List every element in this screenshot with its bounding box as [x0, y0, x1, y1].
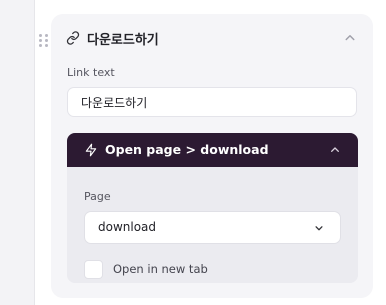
- lightning-bolt-icon: [85, 143, 97, 157]
- link-block-card: 다운로드하기 Link text Open page > download Pa…: [51, 14, 373, 298]
- left-gutter: [0, 0, 35, 305]
- chevron-up-icon[interactable]: [341, 29, 359, 47]
- link-icon: [66, 31, 80, 45]
- page-label: Page: [84, 190, 111, 203]
- drag-handle-icon[interactable]: [39, 34, 49, 48]
- link-text-label: Link text: [67, 66, 115, 79]
- action-title: Open page > download: [105, 142, 269, 157]
- action-header[interactable]: Open page > download: [67, 133, 358, 167]
- open-in-new-tab-checkbox[interactable]: [84, 260, 103, 279]
- link-text-input[interactable]: [67, 87, 357, 117]
- editor-page: 다운로드하기 Link text Open page > download Pa…: [0, 0, 386, 305]
- block-title: 다운로드하기: [87, 33, 159, 48]
- action-panel: Open page > download Page download Open …: [67, 133, 358, 283]
- chevron-down-icon: [315, 226, 323, 231]
- open-in-new-tab-label[interactable]: Open in new tab: [113, 262, 208, 276]
- card-header[interactable]: 다운로드하기: [51, 26, 373, 50]
- page-select[interactable]: download: [84, 211, 341, 244]
- chevron-up-icon[interactable]: [327, 142, 343, 158]
- page-select-value: download: [98, 220, 157, 234]
